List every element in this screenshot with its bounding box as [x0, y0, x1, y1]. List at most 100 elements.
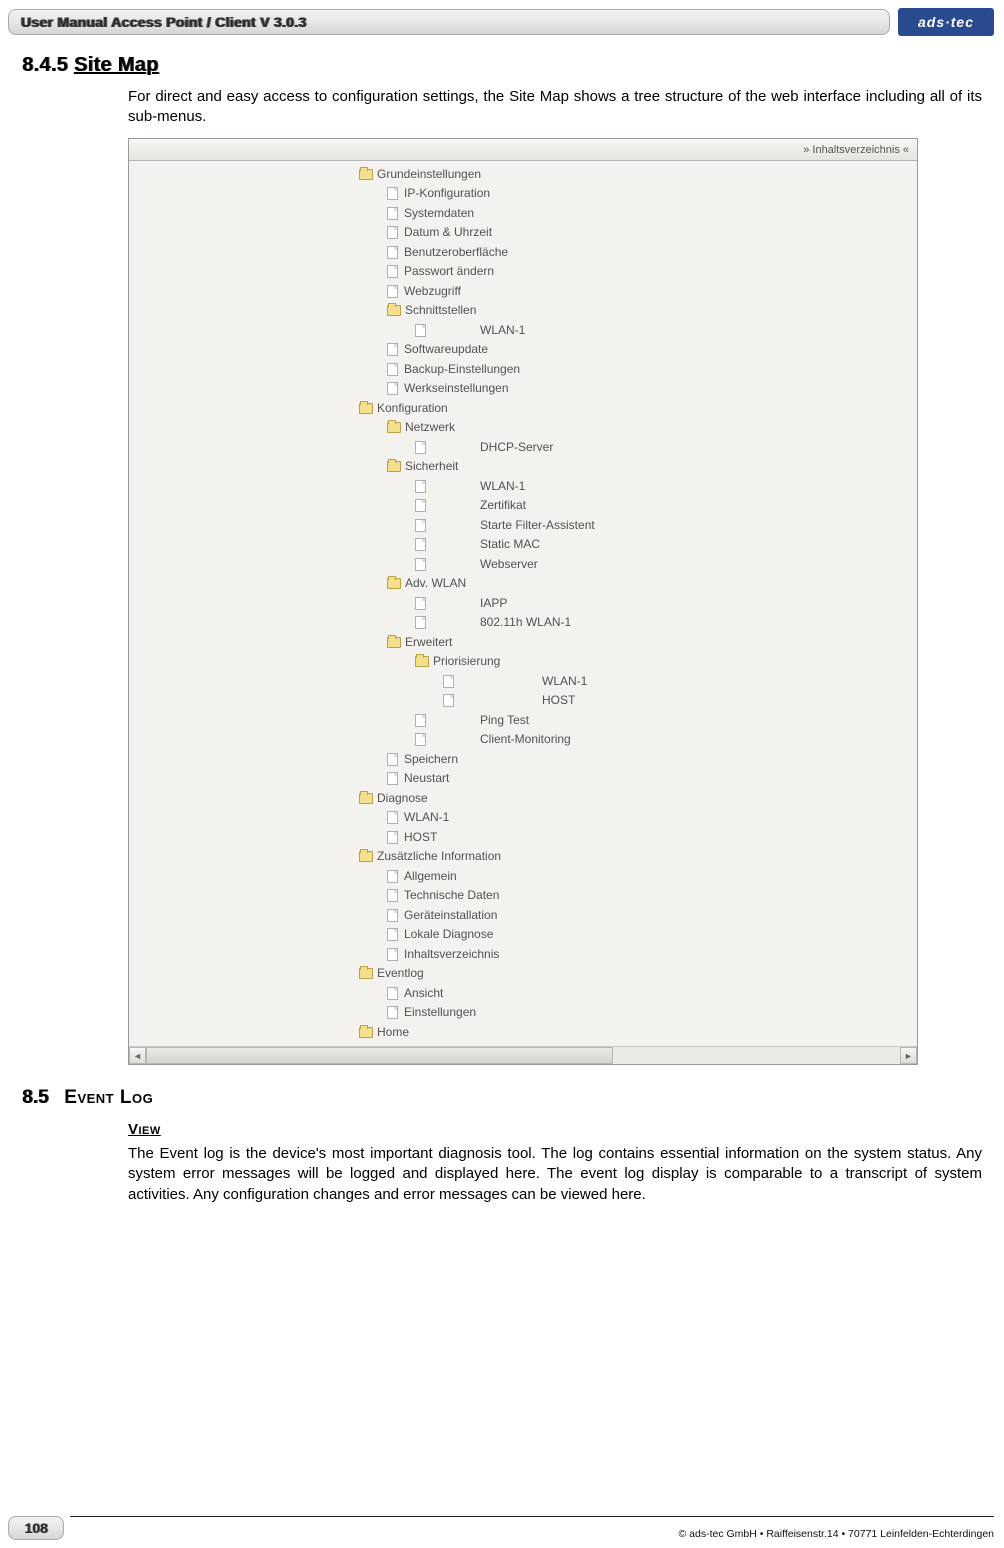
tree-page[interactable]: Einstellungen: [359, 1003, 917, 1023]
tree-label: Systemdaten: [404, 204, 474, 224]
tree-page[interactable]: Werkseinstellungen: [359, 379, 917, 399]
page-icon: [387, 226, 398, 239]
tree-label: Schnittstellen: [405, 301, 476, 321]
horizontal-scrollbar[interactable]: ◄ ►: [129, 1046, 917, 1064]
tree-page[interactable]: Systemdaten: [359, 204, 917, 224]
tree-page[interactable]: Passwort ändern: [359, 262, 917, 282]
page-number: 108: [8, 1516, 64, 1540]
tree-page[interactable]: Static MAC: [359, 535, 917, 555]
tree-label: IP-Konfiguration: [404, 184, 490, 204]
page-icon: [387, 343, 398, 356]
tree-label: Static MAC: [480, 535, 540, 555]
tree-page[interactable]: WLAN-1: [359, 672, 917, 692]
tree-page[interactable]: Neustart: [359, 769, 917, 789]
tree-folder[interactable]: Priorisierung: [359, 652, 917, 672]
tree-label: Zertifikat: [480, 496, 526, 516]
tree-page[interactable]: Starte Filter-Assistent: [359, 516, 917, 536]
tree-folder[interactable]: Sicherheit: [359, 457, 917, 477]
scroll-left-icon[interactable]: ◄: [129, 1047, 146, 1064]
tree-page[interactable]: IAPP: [359, 594, 917, 614]
tree-page[interactable]: WLAN-1: [359, 808, 917, 828]
tree-page[interactable]: Softwareupdate: [359, 340, 917, 360]
folder-icon: [415, 656, 429, 667]
header-title: User Manual Access Point / Client V 3.0.…: [8, 9, 890, 35]
tree-label: Passwort ändern: [404, 262, 494, 282]
tree-page[interactable]: Lokale Diagnose: [359, 925, 917, 945]
page-icon: [415, 324, 426, 337]
page-icon: [415, 499, 426, 512]
page-icon: [387, 811, 398, 824]
tree-page[interactable]: DHCP-Server: [359, 438, 917, 458]
brand-logo: ads·tec: [898, 8, 994, 36]
folder-icon: [387, 422, 401, 433]
section-body-sitemap: For direct and easy access to configurat…: [128, 87, 982, 128]
tree-label: Sicherheit: [405, 457, 458, 477]
tree-folder[interactable]: Netzwerk: [359, 418, 917, 438]
tree-label: WLAN-1: [542, 672, 587, 692]
sitemap-tree: GrundeinstellungenIP-KonfigurationSystem…: [129, 161, 917, 1047]
tree-page[interactable]: Datum & Uhrzeit: [359, 223, 917, 243]
tree-label: Erweitert: [405, 633, 452, 653]
tree-page[interactable]: Zertifikat: [359, 496, 917, 516]
tree-label: Werkseinstellungen: [404, 379, 509, 399]
tree-page[interactable]: Ping Test: [359, 711, 917, 731]
tree-label: Ansicht: [404, 984, 443, 1004]
tree-page[interactable]: Geräteinstallation: [359, 906, 917, 926]
tree-page[interactable]: Webserver: [359, 555, 917, 575]
page-icon: [387, 987, 398, 1000]
tree-folder[interactable]: Konfiguration: [359, 399, 917, 419]
page-icon: [387, 246, 398, 259]
page-icon: [387, 285, 398, 298]
tree-page[interactable]: WLAN-1: [359, 321, 917, 341]
tree-page[interactable]: HOST: [359, 691, 917, 711]
tree-page[interactable]: IP-Konfiguration: [359, 184, 917, 204]
tree-label: Geräteinstallation: [404, 906, 497, 926]
section-number-2: 8.5: [22, 1087, 48, 1108]
folder-icon: [359, 169, 373, 180]
folder-icon: [359, 1027, 373, 1038]
tree-label: Zusätzliche Information: [377, 847, 501, 867]
page-icon: [387, 207, 398, 220]
page-icon: [415, 733, 426, 746]
section-heading-sitemap: 8.4.5 Site Map: [22, 54, 982, 77]
tree-folder[interactable]: Schnittstellen: [359, 301, 917, 321]
page-icon: [443, 694, 454, 707]
tree-page[interactable]: Allgemein: [359, 867, 917, 887]
tree-page[interactable]: Inhaltsverzeichnis: [359, 945, 917, 965]
tree-page[interactable]: Webzugriff: [359, 282, 917, 302]
tree-page[interactable]: WLAN-1: [359, 477, 917, 497]
tree-folder[interactable]: Home: [359, 1023, 917, 1043]
footer-copyright: © ads-tec GmbH • Raiffeisenstr.14 • 7077…: [679, 1518, 995, 1540]
tree-label: Client-Monitoring: [480, 730, 571, 750]
tree-page[interactable]: HOST: [359, 828, 917, 848]
page-icon: [387, 831, 398, 844]
tree-folder[interactable]: Diagnose: [359, 789, 917, 809]
tree-label: Diagnose: [377, 789, 428, 809]
tree-page[interactable]: Benutzeroberfläche: [359, 243, 917, 263]
page-icon: [415, 480, 426, 493]
scroll-track[interactable]: [146, 1047, 900, 1064]
page-icon: [387, 382, 398, 395]
section-body-eventlog: The Event log is the device's most impor…: [128, 1144, 982, 1205]
tree-page[interactable]: Technische Daten: [359, 886, 917, 906]
tree-folder[interactable]: Erweitert: [359, 633, 917, 653]
tree-page[interactable]: 802.11h WLAN-1: [359, 613, 917, 633]
tree-folder[interactable]: Zusätzliche Information: [359, 847, 917, 867]
scroll-right-icon[interactable]: ►: [900, 1047, 917, 1064]
folder-icon: [359, 793, 373, 804]
tree-folder[interactable]: Eventlog: [359, 964, 917, 984]
tree-folder[interactable]: Grundeinstellungen: [359, 165, 917, 185]
sitemap-header-label: » Inhaltsverzeichnis «: [129, 139, 917, 161]
tree-label: Lokale Diagnose: [404, 925, 493, 945]
tree-page[interactable]: Backup-Einstellungen: [359, 360, 917, 380]
tree-folder[interactable]: Adv. WLAN: [359, 574, 917, 594]
tree-page[interactable]: Ansicht: [359, 984, 917, 1004]
scroll-thumb[interactable]: [146, 1047, 613, 1064]
page-icon: [387, 889, 398, 902]
tree-page[interactable]: Client-Monitoring: [359, 730, 917, 750]
tree-label: Home: [377, 1023, 409, 1043]
subheading-view: View: [128, 1121, 982, 1138]
tree-page[interactable]: Speichern: [359, 750, 917, 770]
page-icon: [415, 616, 426, 629]
tree-label: 802.11h WLAN-1: [480, 613, 571, 633]
